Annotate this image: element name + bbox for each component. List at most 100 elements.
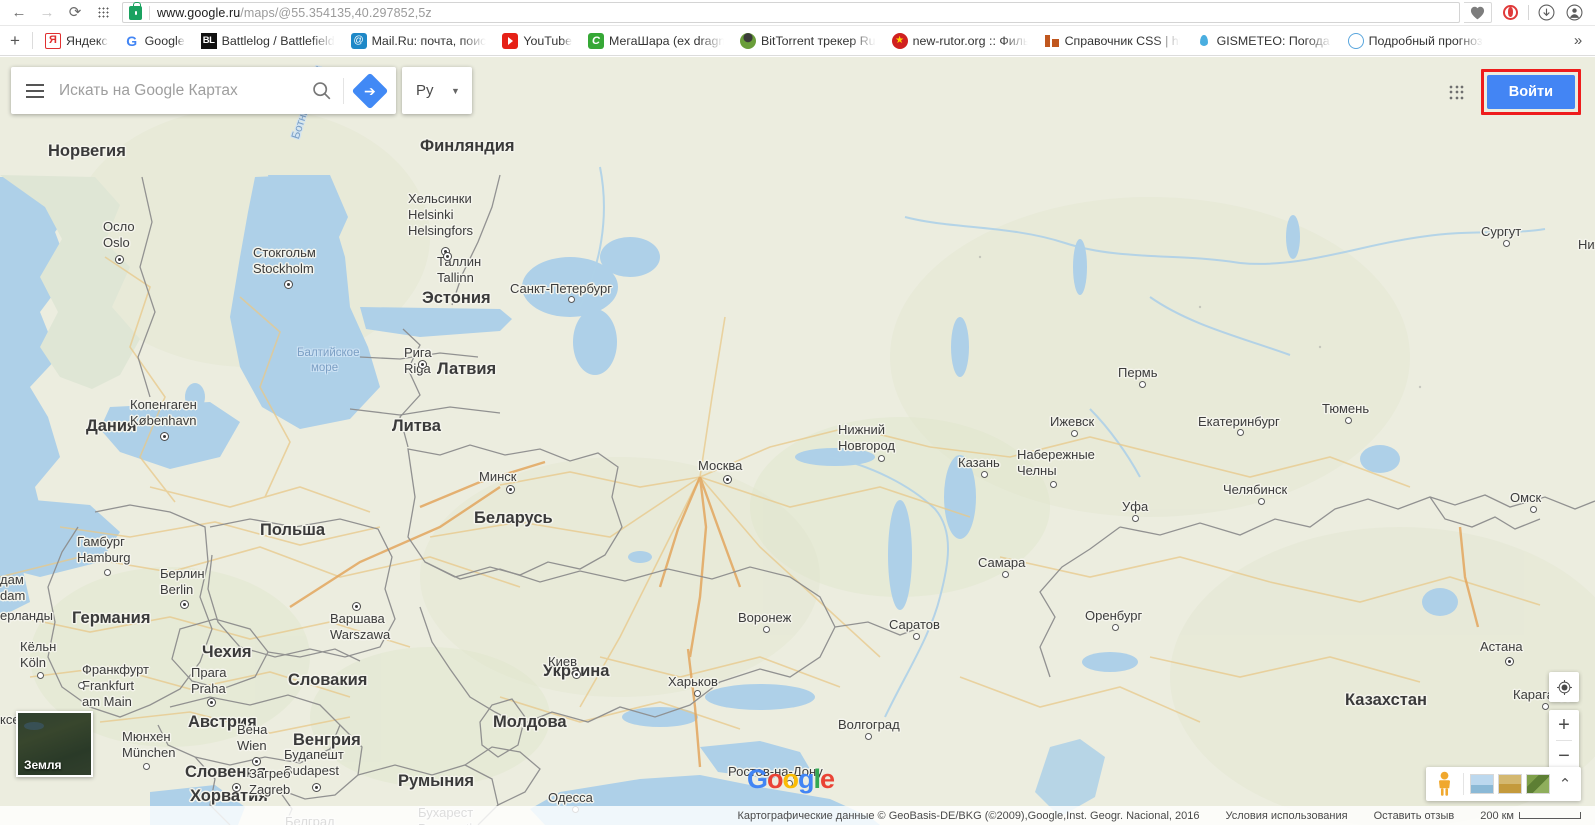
layer-relief-thumb[interactable] <box>1498 774 1522 794</box>
opera-icon[interactable] <box>1497 1 1524 25</box>
layer-satellite-thumb[interactable] <box>1526 774 1550 794</box>
map-capital-marker[interactable] <box>115 255 124 264</box>
profile-icon[interactable] <box>1561 1 1588 25</box>
signin-highlight-annotation: Войти <box>1480 69 1581 115</box>
map-city-marker[interactable] <box>1071 430 1078 437</box>
bookmark-label: GISMETEO: Погода в <box>1216 33 1332 48</box>
map-city-marker[interactable] <box>1503 240 1510 247</box>
hamburger-icon[interactable] <box>11 67 59 114</box>
map-footer: Картографические данные © GeoBasis-DE/BK… <box>0 806 1595 825</box>
speed-dial-icon[interactable] <box>90 1 116 25</box>
navigation-buttons: ← → ⟳ <box>0 1 116 25</box>
megashara-icon: C <box>588 32 605 49</box>
map-city-marker[interactable] <box>1345 417 1352 424</box>
bookmark-css[interactable]: Справочник CSS | ht <box>1036 26 1188 55</box>
search-icon[interactable] <box>299 67 343 114</box>
map-city-marker[interactable] <box>78 682 85 689</box>
directions-icon[interactable]: ➔ <box>344 67 396 114</box>
map-canvas[interactable]: Норвегия Финляндия Эстония Латвия Литва Белар… <box>0 57 1595 825</box>
mailru-icon: @ <box>350 32 367 49</box>
map-city-marker[interactable] <box>1112 624 1119 631</box>
map-city-marker[interactable] <box>1002 571 1009 578</box>
map-city-marker[interactable] <box>981 471 988 478</box>
map-city-marker[interactable] <box>1139 381 1146 388</box>
map-city-marker[interactable] <box>1237 429 1244 436</box>
map-city-marker[interactable] <box>37 672 44 679</box>
bookmark-label: Справочник CSS | ht <box>1064 33 1180 48</box>
map-city-marker[interactable] <box>1258 498 1265 505</box>
apps-grid-icon[interactable] <box>1445 80 1469 104</box>
url-text: www.google.ru/maps/@55.354135,40.297852,… <box>157 6 432 20</box>
css-icon <box>1044 33 1060 49</box>
map-capital-marker[interactable] <box>506 485 515 494</box>
map-city-marker[interactable] <box>786 780 793 787</box>
bookmark-rutor[interactable]: ★ new-rutor.org :: Филь <box>884 26 1036 55</box>
browser-action-icons <box>1464 1 1595 25</box>
bookmark-gismeteo[interactable]: GISMETEO: Погода в <box>1188 26 1340 55</box>
bookmarks-bar: + Я Яндекс G Google BL Battlelog / Battl… <box>0 26 1595 56</box>
map-capital-marker[interactable] <box>180 600 189 609</box>
feedback-link[interactable]: Оставить отзыв <box>1374 810 1455 822</box>
map-city-marker[interactable] <box>568 296 575 303</box>
back-icon[interactable]: ← <box>6 1 32 25</box>
layer-terrain-thumb[interactable] <box>1470 774 1494 794</box>
map-city-marker[interactable] <box>1542 703 1549 710</box>
map-city-marker[interactable] <box>1530 506 1537 513</box>
bookmark-battlelog[interactable]: BL Battlelog / Battlefield <box>193 26 343 55</box>
bittorrent-icon <box>740 32 757 49</box>
map-city-marker[interactable] <box>878 455 885 462</box>
bookmark-youtube[interactable]: YouTube <box>494 26 580 55</box>
map-capital-marker[interactable] <box>572 670 581 679</box>
map-capital-marker[interactable] <box>723 475 732 484</box>
map-capital-marker[interactable] <box>232 783 241 792</box>
language-selector[interactable]: Ру ▼ <box>402 67 472 114</box>
bookmark-megashara[interactable]: C МегаШара (ex dragn <box>580 26 732 55</box>
search-box[interactable]: ➔ <box>11 67 396 114</box>
bookmark-label: Подробный прогноз <box>1368 33 1483 48</box>
heart-icon[interactable] <box>1464 2 1492 23</box>
bookmarks-overflow-icon[interactable]: » <box>1561 26 1595 55</box>
map-city-marker[interactable] <box>865 733 872 740</box>
map-capital-marker[interactable] <box>207 698 216 707</box>
bookmark-forecast[interactable]: Подробный прогноз <box>1340 26 1491 55</box>
address-bar[interactable]: www.google.ru/maps/@55.354135,40.297852,… <box>122 1 1460 23</box>
zoom-in-button[interactable]: + <box>1549 710 1579 740</box>
map-city-marker[interactable] <box>104 569 111 576</box>
map-capital-marker[interactable] <box>312 783 321 792</box>
scale-bar: 200 км <box>1480 810 1581 822</box>
map-capital-marker[interactable] <box>160 432 169 441</box>
search-input[interactable] <box>59 81 299 100</box>
my-location-icon[interactable] <box>1549 672 1579 702</box>
map-capital-marker[interactable] <box>418 360 427 369</box>
map-capital-marker[interactable] <box>352 602 361 611</box>
forward-icon[interactable]: → <box>34 1 60 25</box>
terms-link[interactable]: Условия использования <box>1226 810 1348 822</box>
map-city-marker[interactable] <box>694 690 701 697</box>
earth-view-button[interactable]: Земля <box>16 711 93 777</box>
add-bookmark-icon[interactable]: + <box>0 26 30 55</box>
bookmark-yandex[interactable]: Я Яндекс <box>37 26 116 55</box>
map-city-marker[interactable] <box>143 763 150 770</box>
map-city-marker[interactable] <box>1050 481 1057 488</box>
download-icon[interactable] <box>1533 1 1560 25</box>
signin-button[interactable]: Войти <box>1486 75 1575 109</box>
pegman-icon[interactable] <box>1431 769 1457 799</box>
bookmark-bittorrent[interactable]: BitTorrent трекер Ru <box>732 26 884 55</box>
map-city-marker[interactable] <box>763 626 770 633</box>
map-attribution: Картографические данные © GeoBasis-DE/BK… <box>737 809 1200 822</box>
map-city-marker[interactable] <box>913 633 920 640</box>
chevron-down-icon[interactable]: ▼ <box>444 86 468 96</box>
youtube-icon <box>502 32 519 49</box>
bookmark-mailru[interactable]: @ Mail.Ru: почта, поис <box>343 26 495 55</box>
reload-icon[interactable]: ⟳ <box>62 1 88 25</box>
zoom-controls: + − <box>1549 710 1579 771</box>
map-capital-marker[interactable] <box>1505 657 1514 666</box>
map-capital-marker[interactable] <box>252 757 261 766</box>
bookmark-google[interactable]: G Google <box>116 26 193 55</box>
chevron-up-icon[interactable]: ⌃ <box>1554 775 1576 793</box>
yandex-icon: Я <box>45 32 61 49</box>
bookmark-divider <box>32 32 33 49</box>
map-capital-marker[interactable] <box>443 252 452 261</box>
map-city-marker[interactable] <box>1132 515 1139 522</box>
map-capital-marker[interactable] <box>284 280 293 289</box>
